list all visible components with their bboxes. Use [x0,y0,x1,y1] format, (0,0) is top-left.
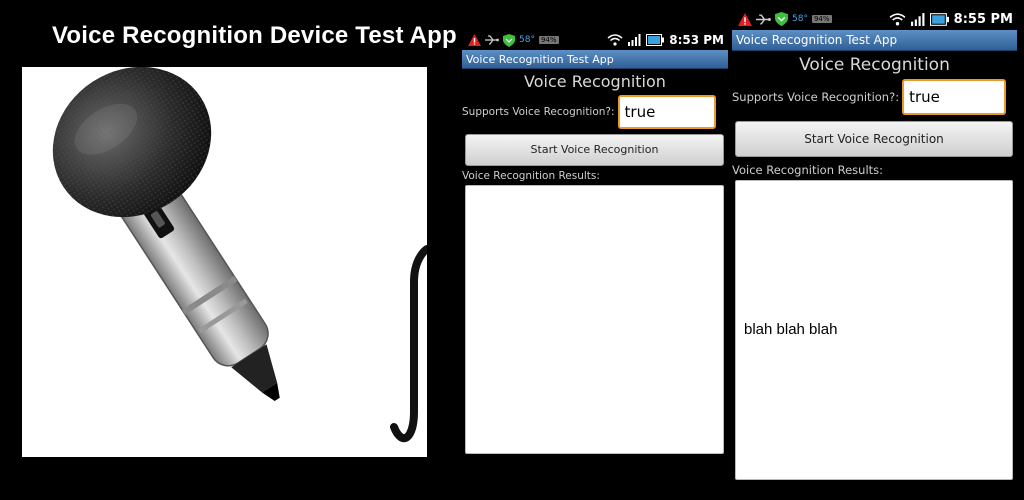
supports-row: Supports Voice Recognition?: true [462,95,728,129]
supports-value-field[interactable]: true [617,95,716,129]
start-voice-recognition-button[interactable]: Start Voice Recognition [465,134,724,166]
temperature-text: 58° [519,35,535,45]
banner-title: Voice Recognition Device Test App [52,22,457,49]
alert-icon [468,34,481,46]
results-text-area[interactable]: blah blah blah [735,180,1013,480]
results-text: blah blah blah [744,321,838,338]
shield-icon [503,33,515,47]
phone-screen-2: 58° 94% 8:55 PM Voice Recognition Test A… [732,8,1017,486]
screen-heading: Voice Recognition [524,72,666,91]
shield-icon [775,12,788,26]
battery-icon [929,12,949,26]
microphone-illustration [22,67,427,457]
supports-row: Supports Voice Recognition?: true [732,79,1017,115]
battery-percent-text: 94% [811,15,832,23]
app-title-bar: Voice Recognition Test App [462,50,728,69]
supports-label: Supports Voice Recognition?: [462,106,615,118]
screen-heading: Voice Recognition [799,55,950,75]
status-bar: 58° 94% 8:55 PM [732,8,1017,30]
usb-icon [485,35,499,45]
supports-label: Supports Voice Recognition?: [732,90,900,104]
temperature-text: 58° [792,14,808,24]
phone-screen-1: 58° 94% 8:53 PM Voice Recognition Test A… [462,30,728,460]
usb-icon [756,14,771,24]
clock-text: 8:53 PM [669,33,724,47]
results-label: Voice Recognition Results: [462,170,600,182]
status-bar: 58° 94% 8:53 PM [462,30,728,50]
clock-text: 8:55 PM [953,11,1013,27]
results-label: Voice Recognition Results: [732,163,884,177]
signal-icon [628,34,641,46]
battery-icon [646,34,665,46]
wifi-icon [607,34,623,46]
battery-percent-text: 94% [538,36,559,44]
start-voice-recognition-button[interactable]: Start Voice Recognition [735,121,1013,157]
alert-icon [738,12,752,26]
app-title-bar: Voice Recognition Test App [732,30,1017,51]
microphone-icon [52,67,427,443]
signal-icon [910,12,925,26]
supports-value-field[interactable]: true [902,79,1007,115]
wifi-icon [889,12,906,25]
results-text-area[interactable] [465,185,724,454]
